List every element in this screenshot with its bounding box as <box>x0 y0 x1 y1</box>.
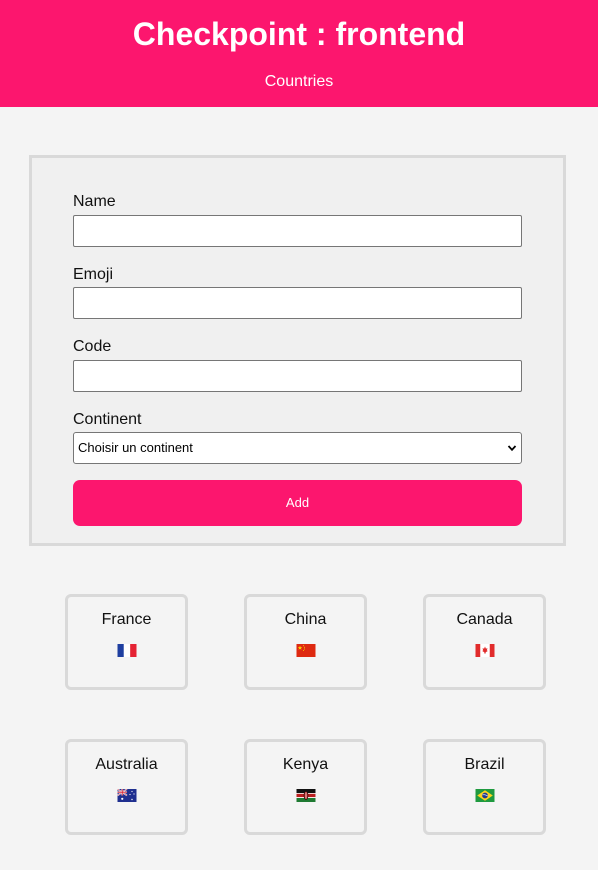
countries-nav-link[interactable]: Countries <box>0 72 598 92</box>
chevron-down-icon <box>507 445 517 452</box>
china-flag-icon <box>296 644 315 657</box>
france-flag-icon <box>117 644 136 657</box>
continent-select[interactable]: Choisir un continent <box>73 432 522 464</box>
country-card[interactable]: Brazil <box>423 739 546 835</box>
kenya-flag-icon <box>296 789 315 802</box>
country-name: China <box>284 611 327 628</box>
add-country-form: Name Emoji Code Continent Choisir un con… <box>29 155 566 546</box>
emoji-label: Emoji <box>73 266 114 283</box>
continent-selected-value: Choisir un continent <box>78 440 193 455</box>
app-header: Checkpoint : frontend Countries <box>0 0 598 107</box>
country-name: Brazil <box>464 756 505 773</box>
code-input[interactable] <box>73 360 522 392</box>
australia-flag-icon <box>117 789 136 802</box>
country-card[interactable]: Canada <box>423 594 546 690</box>
brazil-flag-icon <box>475 789 494 802</box>
country-card[interactable]: Australia <box>65 739 188 835</box>
country-name: Australia <box>95 756 158 773</box>
name-input[interactable] <box>73 215 522 247</box>
country-card[interactable]: Kenya <box>244 739 367 835</box>
country-card[interactable]: China <box>244 594 367 690</box>
continent-label: Continent <box>73 411 142 428</box>
canada-flag-icon <box>475 644 494 657</box>
country-name: France <box>101 611 152 628</box>
page-title: Checkpoint : frontend <box>132 16 466 52</box>
country-name: Canada <box>456 611 513 628</box>
country-card[interactable]: France <box>65 594 188 690</box>
name-label: Name <box>73 193 116 210</box>
country-name: Kenya <box>282 756 329 773</box>
emoji-input[interactable] <box>73 287 522 319</box>
code-label: Code <box>73 338 112 355</box>
add-button[interactable]: Add <box>73 480 522 526</box>
